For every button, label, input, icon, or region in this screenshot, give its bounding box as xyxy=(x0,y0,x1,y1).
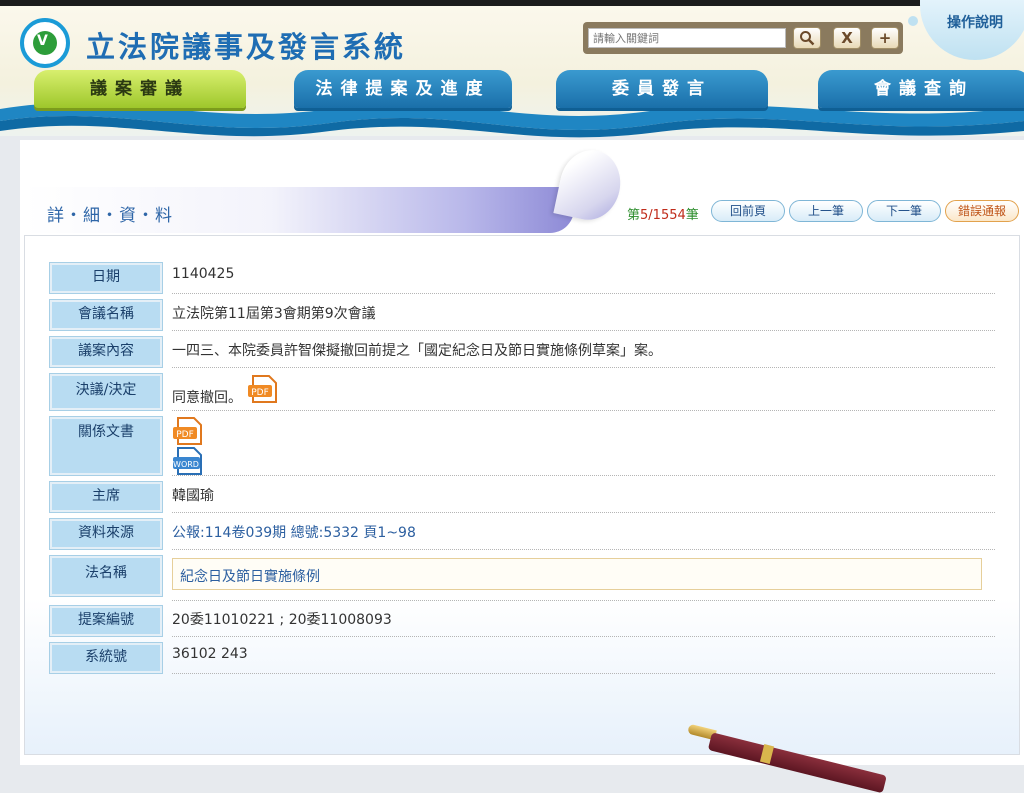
decor-bubble xyxy=(908,16,918,26)
add-button[interactable]: + xyxy=(871,27,899,49)
word-file-icon: WORD xyxy=(173,447,202,475)
chair-label: 主席 xyxy=(49,481,163,513)
row-divider xyxy=(172,549,995,550)
date-label: 日期 xyxy=(49,262,163,294)
search-input[interactable] xyxy=(588,28,786,48)
back-button[interactable]: 回前頁 xyxy=(711,200,785,222)
documents-label: 關係文書 xyxy=(49,416,163,476)
main-content: 詳・細・資・料 第5/1554筆 回前頁 上一筆 下一筆 錯誤通報 日期 114… xyxy=(20,140,1024,765)
source-link[interactable]: 公報:114卷039期 總號:5332 頁1~98 xyxy=(172,522,416,542)
nav-tab-meeting-search[interactable]: 會議查詢 xyxy=(818,70,1024,108)
law-name-label: 法名稱 xyxy=(49,555,163,597)
document-word-icon[interactable]: WORD xyxy=(172,447,204,475)
next-record-button[interactable]: 下一筆 xyxy=(867,200,941,222)
content-value: 一四三、本院委員許智傑擬撤回前提之「國定紀念日及節日實施條例草案」案。 xyxy=(172,343,662,359)
row-divider xyxy=(172,673,995,674)
system-label: 系統號 xyxy=(49,642,163,674)
svg-text:PDF: PDF xyxy=(251,388,269,398)
pdf-file-icon: PDF xyxy=(248,375,277,403)
row-divider xyxy=(172,512,995,513)
row-divider xyxy=(172,600,995,601)
detail-title: 詳・細・資・料 xyxy=(47,206,173,226)
search-icon xyxy=(800,31,815,46)
document-pdf-icon[interactable]: PDF xyxy=(172,417,204,445)
resolution-value: 同意撤回。 xyxy=(172,390,242,406)
error-report-button[interactable]: 錯誤通報 xyxy=(945,200,1019,222)
site-header: V 立法院議事及發言系統 X + 操作說明 議案審議 法律提案及進度 委員發言 … xyxy=(0,0,1024,138)
record-position: 5/1554 xyxy=(640,208,686,223)
proposal-value: 20委11010221 ; 20委11008093 xyxy=(172,612,392,628)
pdf-icon[interactable]: PDF xyxy=(247,375,279,403)
page-curl-decoration xyxy=(553,144,627,226)
row-divider xyxy=(172,293,995,294)
row-divider xyxy=(172,330,995,331)
record-counter: 第5/1554筆 xyxy=(627,208,699,223)
row-divider xyxy=(172,410,995,411)
logo-mark-icon: V xyxy=(37,33,48,49)
help-button[interactable]: 操作說明 xyxy=(920,0,1024,60)
meeting-label: 會議名稱 xyxy=(49,299,163,331)
law-name-box: 紀念日及節日實施條例 xyxy=(172,558,982,590)
system-value: 36102 243 xyxy=(172,646,248,662)
detail-panel: 日期 1140425 會議名稱 立法院第11屆第3會期第9次會議 議案內容 一四… xyxy=(24,235,1020,755)
source-label: 資料來源 xyxy=(49,518,163,550)
site-title[interactable]: 立法院議事及發言系統 xyxy=(86,24,406,66)
nav-tab-member-speeches[interactable]: 委員發言 xyxy=(556,70,768,108)
svg-text:PDF: PDF xyxy=(176,430,194,440)
nav-tab-bill-review[interactable]: 議案審議 xyxy=(34,70,246,108)
proposal-label: 提案編號 xyxy=(49,605,163,637)
search-button[interactable] xyxy=(793,27,821,49)
date-value: 1140425 xyxy=(172,266,235,282)
resolution-label: 決議/決定 xyxy=(49,373,163,411)
prev-record-button[interactable]: 上一筆 xyxy=(789,200,863,222)
legislative-yuan-logo[interactable]: V xyxy=(20,18,70,68)
pdf-file-icon: PDF xyxy=(173,417,202,445)
nav-tab-law-proposals[interactable]: 法律提案及進度 xyxy=(294,70,512,108)
row-divider xyxy=(172,367,995,368)
chair-value: 韓國瑜 xyxy=(172,488,214,504)
law-name-link[interactable]: 紀念日及節日實施條例 xyxy=(180,566,320,586)
content-label: 議案內容 xyxy=(49,336,163,368)
search-bar: X + xyxy=(583,22,903,54)
row-divider xyxy=(172,475,995,476)
clear-button[interactable]: X xyxy=(833,27,861,49)
svg-text:WORD: WORD xyxy=(173,460,199,469)
row-divider xyxy=(172,636,995,637)
meeting-value: 立法院第11屆第3會期第9次會議 xyxy=(172,306,376,322)
